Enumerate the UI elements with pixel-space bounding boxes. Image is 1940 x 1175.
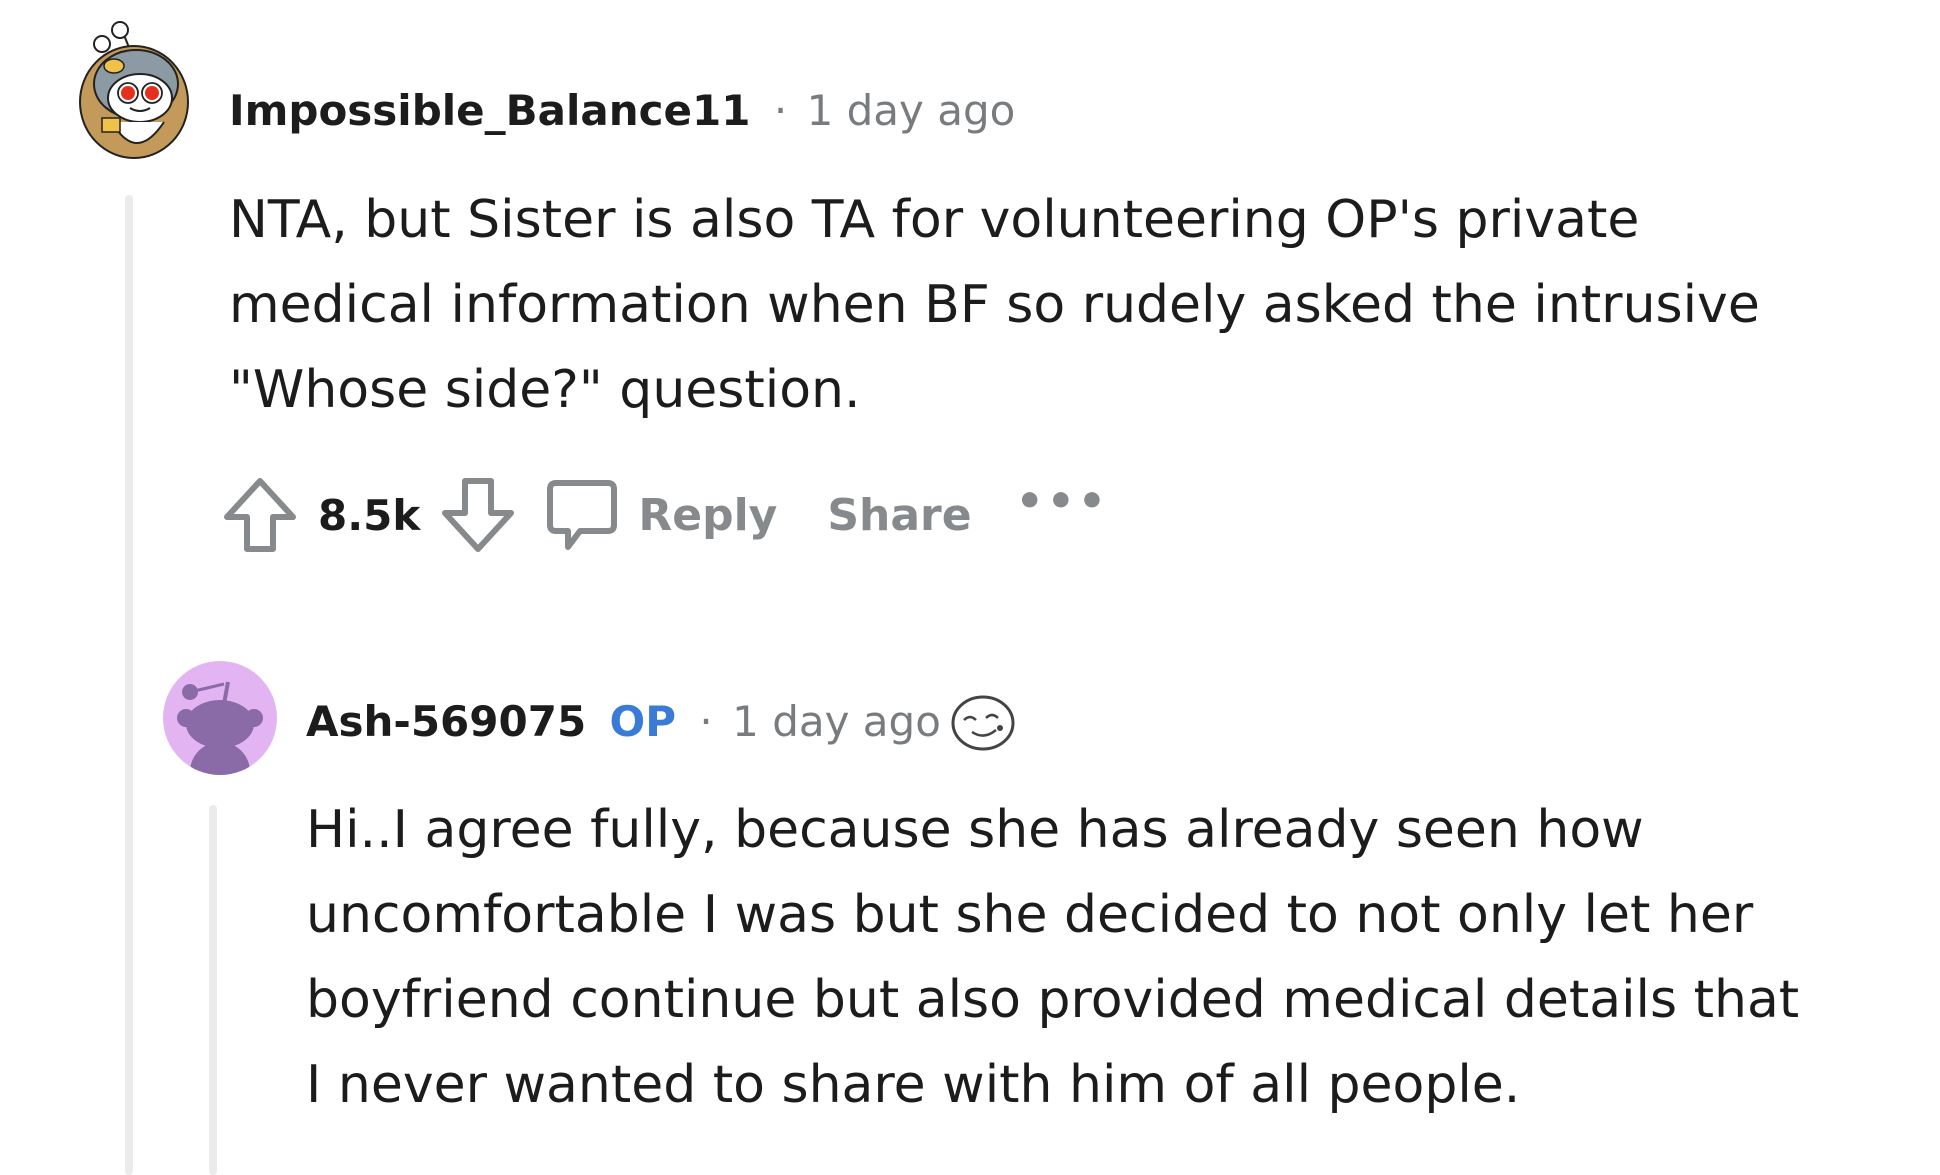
downvote-button[interactable] bbox=[438, 475, 518, 555]
default-snoo-avatar-icon bbox=[163, 661, 277, 775]
comment-body-line: I never wanted to share with him of all … bbox=[306, 1055, 1521, 1115]
thread-line-reply[interactable] bbox=[209, 805, 217, 1175]
user-avatar[interactable] bbox=[162, 660, 278, 776]
comment-body-line: boyfriend continue but also provided med… bbox=[306, 970, 1800, 1030]
meta-separator: · bbox=[773, 86, 788, 135]
comment-body: Hi..I agree fully, because she has alrea… bbox=[306, 788, 1799, 1128]
comment-meta: Impossible_Balance11 · 1 day ago bbox=[229, 86, 1015, 136]
comment-action-bar: 8.5k Reply Share ••• bbox=[220, 475, 1109, 555]
comment-timestamp[interactable]: 1 day ago bbox=[807, 86, 1016, 135]
comment-body-line: Hi..I agree fully, because she has alrea… bbox=[306, 800, 1644, 860]
comment-username[interactable]: Impossible_Balance11 bbox=[229, 86, 750, 135]
user-avatar[interactable] bbox=[72, 18, 192, 163]
comment-username[interactable]: Ash-569075 bbox=[306, 697, 586, 746]
comment-bubble-icon bbox=[547, 480, 618, 550]
downvote-arrow-icon bbox=[442, 478, 515, 552]
comment-body-line: uncomfortable I was but she decided to n… bbox=[306, 885, 1754, 945]
comment-body: NTA, but Sister is also TA for volunteer… bbox=[229, 178, 1760, 433]
reply-button[interactable] bbox=[542, 475, 622, 555]
comment-body-line: "Whose side?" question. bbox=[229, 360, 861, 420]
comment-body-line: NTA, but Sister is also TA for volunteer… bbox=[229, 190, 1640, 250]
thread-line-root[interactable] bbox=[125, 195, 133, 1175]
comment-meta: Ash-569075 OP · 1 day ago bbox=[306, 697, 941, 747]
upvote-button[interactable] bbox=[220, 475, 300, 555]
op-badge: OP bbox=[609, 697, 677, 746]
vote-count: 8.5k bbox=[318, 490, 421, 540]
reply-label[interactable]: Reply bbox=[638, 490, 777, 541]
share-button[interactable]: Share bbox=[827, 490, 971, 541]
upvote-arrow-icon bbox=[224, 478, 296, 552]
meta-separator: · bbox=[699, 697, 713, 746]
more-options-button[interactable]: ••• bbox=[1016, 476, 1109, 527]
snoo-avatar-icon bbox=[79, 21, 189, 159]
comment-body-line: medical information when BF so rudely as… bbox=[229, 275, 1760, 335]
award-icon[interactable] bbox=[950, 694, 1016, 752]
comment-timestamp[interactable]: 1 day ago bbox=[732, 697, 941, 746]
award-face-icon bbox=[951, 695, 1015, 751]
